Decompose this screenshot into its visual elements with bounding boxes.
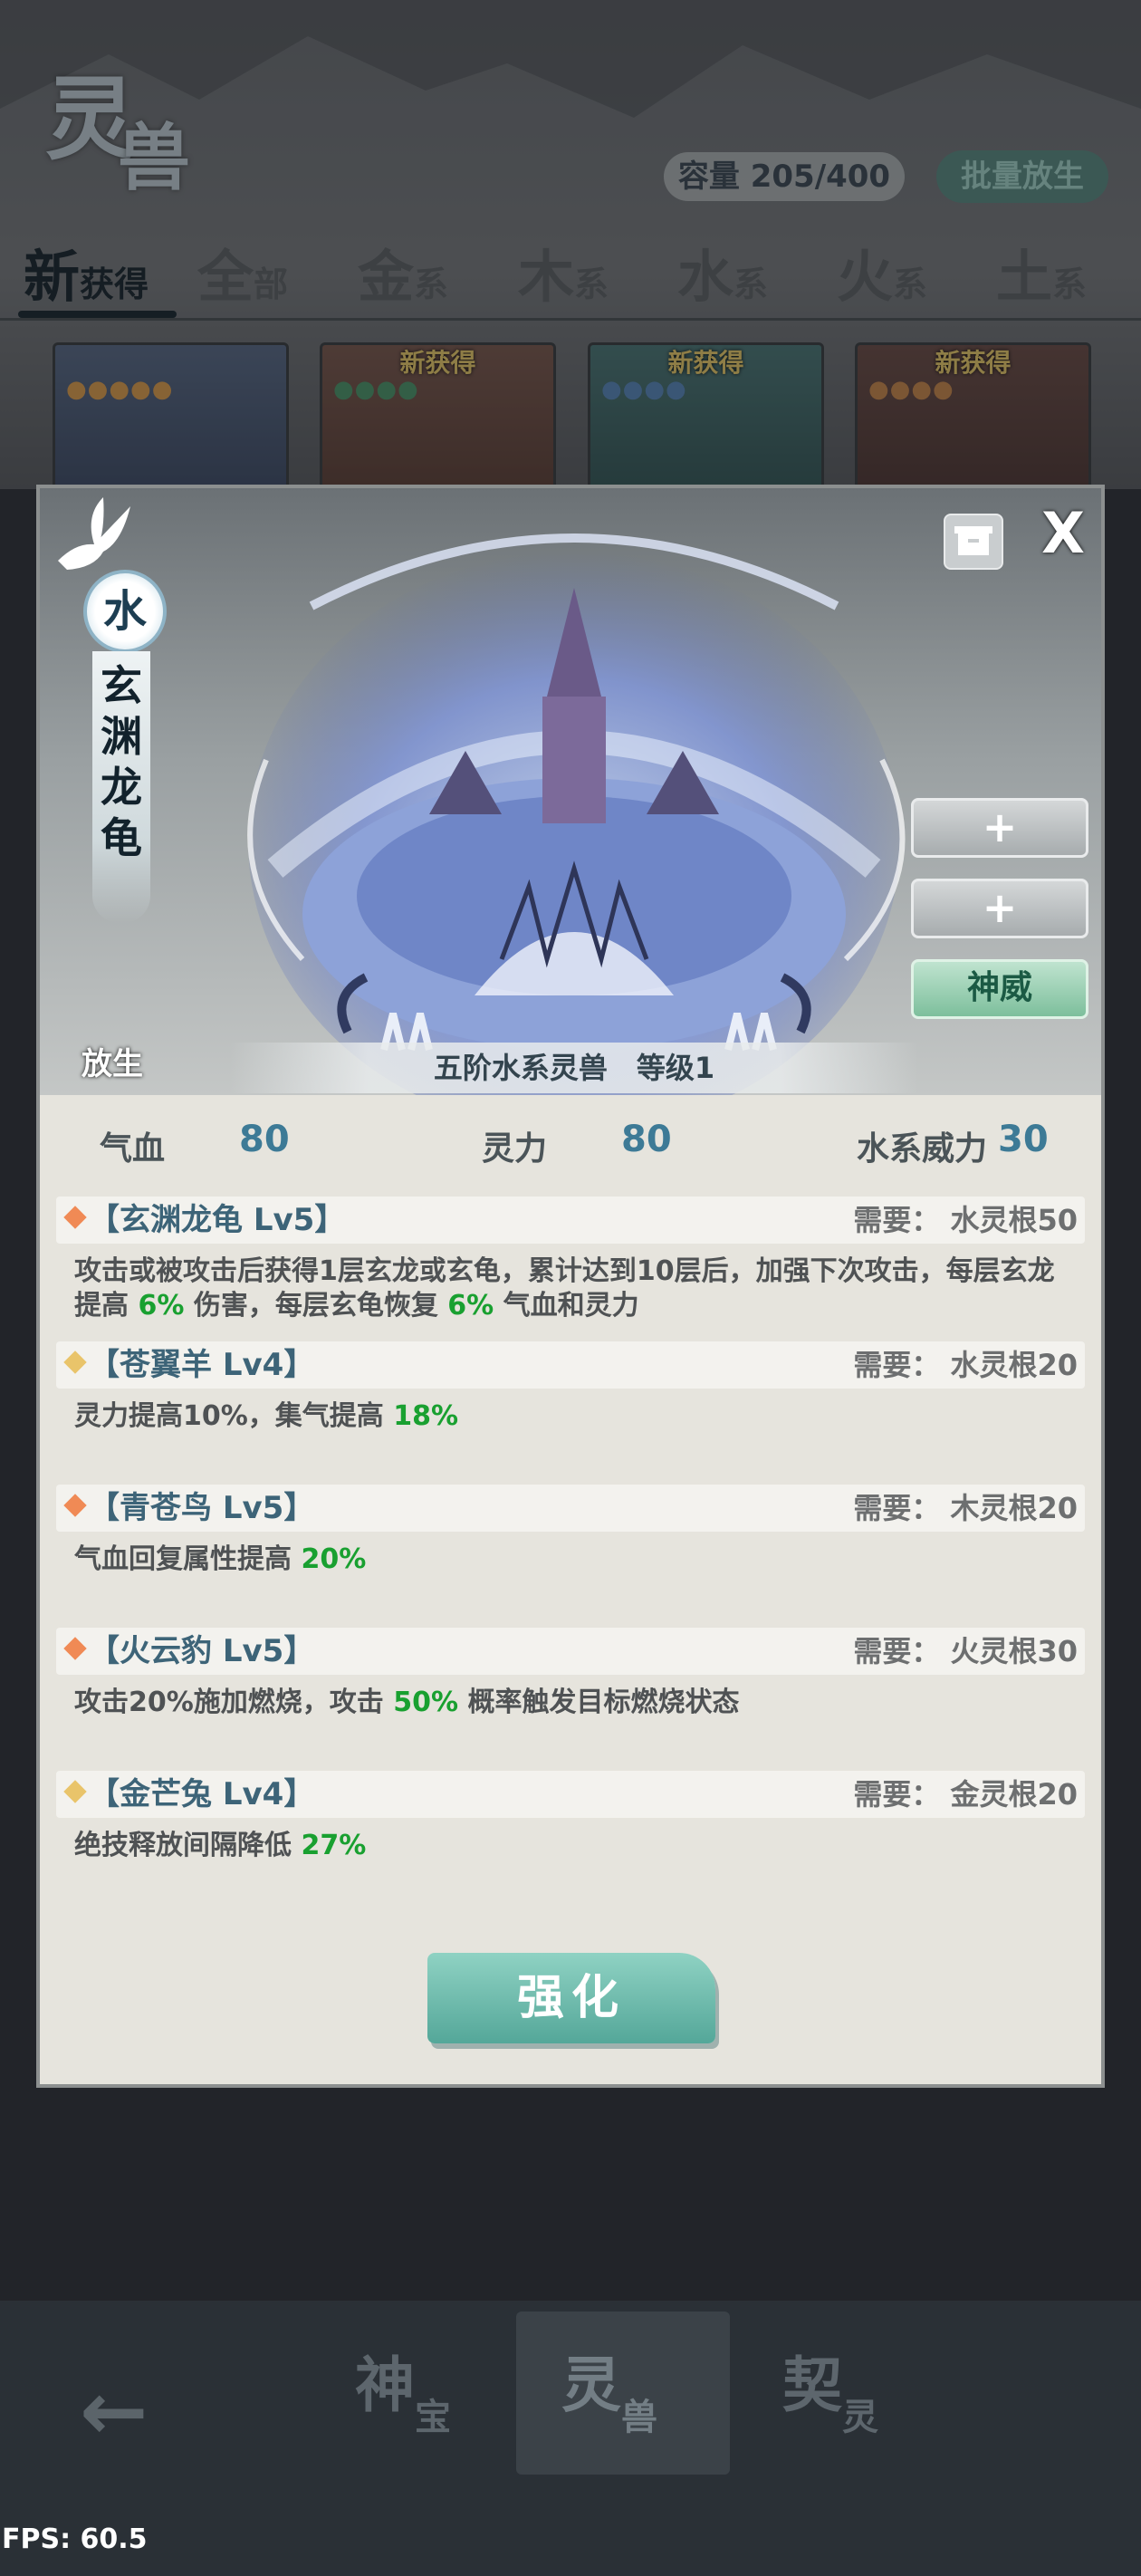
highlight-value: 18% — [393, 1400, 459, 1432]
stat-water-power-label: 水系威力 — [857, 1130, 988, 1168]
diamond-icon — [63, 1494, 87, 1517]
skill-name: 【苍翼羊 Lv4】 — [89, 1347, 315, 1383]
release-label[interactable]: 放生 — [67, 1039, 158, 1083]
highlight-value: 50% — [393, 1687, 459, 1718]
element-water-badge: 水 — [83, 570, 167, 653]
description-text: 伤害，每层玄龟恢复 — [184, 1290, 448, 1322]
description-text: 灵力提高10%，集气提高 — [74, 1400, 394, 1432]
stats-row: 气血 80 灵力 80 水系威力 30 — [40, 1113, 1101, 1177]
skill-description: 攻击20%施加燃烧，攻击 50% 概率触发目标燃烧状态 — [74, 1686, 1079, 1720]
beast-name: 玄渊龙龟 — [101, 661, 142, 862]
diamond-icon — [63, 1637, 87, 1660]
skill-item: 【火云豹 Lv5】 需要： 火灵根30 攻击20%施加燃烧，攻击 50% 概率触… — [56, 1628, 1085, 1764]
rank-level-label: 五阶水系灵兽 等级1 — [230, 1043, 918, 1093]
nav-item-spirit-beast[interactable]: 灵兽 — [561, 2337, 657, 2438]
bottom-navigation: ← 神宝 灵兽 契灵 — [0, 2301, 1141, 2576]
release-bird-icon[interactable] — [40, 488, 139, 579]
beast-detail-dialog: 水 玄渊龙龟 放生 X + + 神威 五阶水系灵兽 等级1 气血 80 灵力 8… — [36, 485, 1105, 2088]
skill-requirement: 需要： 木灵根20 — [853, 1491, 1078, 1525]
skill-description: 气血回复属性提高 20% — [74, 1543, 1079, 1577]
add-slot-button[interactable]: + — [911, 879, 1088, 938]
highlight-value: 6% — [447, 1290, 494, 1322]
divine-might-button[interactable]: 神威 — [911, 959, 1088, 1019]
diamond-icon — [63, 1350, 87, 1374]
skill-name: 【火云豹 Lv5】 — [89, 1633, 315, 1669]
skill-header: 【青苍鸟 Lv5】 需要： 木灵根20 — [56, 1485, 1085, 1532]
description-text: 气血和灵力 — [494, 1290, 639, 1322]
stat-water-power-value: 30 — [998, 1119, 1049, 1160]
diamond-icon — [63, 1206, 87, 1229]
skill-header: 【玄渊龙龟 Lv5】 需要： 水灵根50 — [56, 1197, 1085, 1244]
skill-requirement: 需要： 金灵根20 — [853, 1777, 1078, 1812]
skill-header: 【苍翼羊 Lv4】 需要： 水灵根20 — [56, 1341, 1085, 1389]
nav-item-treasure[interactable]: 神宝 — [355, 2337, 451, 2438]
description-text: 概率触发目标燃烧状态 — [458, 1687, 740, 1718]
highlight-value: 6% — [138, 1290, 185, 1322]
beast-artwork: 水 玄渊龙龟 放生 X + + 神威 五阶水系灵兽 等级1 — [40, 488, 1101, 1095]
skill-header: 【火云豹 Lv5】 需要： 火灵根30 — [56, 1628, 1085, 1675]
back-arrow-icon[interactable]: ← — [80, 2364, 148, 2459]
skill-description: 灵力提高10%，集气提高 18% — [74, 1399, 1079, 1434]
stat-spirit-value: 80 — [621, 1119, 672, 1160]
nav-item-contract[interactable]: 契灵 — [782, 2337, 878, 2438]
skill-name: 【玄渊龙龟 Lv5】 — [89, 1202, 346, 1238]
close-icon[interactable]: X — [1036, 505, 1090, 562]
diamond-icon — [63, 1780, 87, 1803]
stat-hp-label: 气血 — [100, 1130, 166, 1168]
skill-item: 【玄渊龙龟 Lv5】 需要： 水灵根50 攻击或被攻击后获得1层玄龙或玄龟，累计… — [56, 1197, 1085, 1332]
skill-description: 攻击或被攻击后获得1层玄龙或玄龟，累计达到10层后，加强下次攻击，每层玄龙提高 … — [74, 1254, 1079, 1323]
skill-requirement: 需要： 火灵根30 — [853, 1634, 1078, 1668]
highlight-value: 27% — [301, 1830, 367, 1861]
description-text: 绝技释放间隔降低 — [74, 1830, 302, 1861]
strengthen-button[interactable]: 强化 — [427, 1953, 715, 2043]
skill-name: 【金芒兔 Lv4】 — [89, 1776, 315, 1812]
description-text: 气血回复属性提高 — [74, 1543, 302, 1575]
archive-box-icon[interactable] — [944, 514, 1003, 570]
skill-requirement: 需要： 水灵根50 — [853, 1203, 1078, 1237]
skill-header: 【金芒兔 Lv4】 需要： 金灵根20 — [56, 1771, 1085, 1818]
stat-spirit-label: 灵力 — [482, 1130, 548, 1168]
skill-item: 【青苍鸟 Lv5】 需要： 木灵根20 气血回复属性提高 20% — [56, 1485, 1085, 1620]
fps-counter: FPS: 60.5 — [2, 2523, 148, 2555]
skill-requirement: 需要： 水灵根20 — [853, 1348, 1078, 1382]
skill-item: 【苍翼羊 Lv4】 需要： 水灵根20 灵力提高10%，集气提高 18% — [56, 1341, 1085, 1477]
add-slot-button[interactable]: + — [911, 798, 1088, 858]
skill-item: 【金芒兔 Lv4】 需要： 金灵根20 绝技释放间隔降低 27% — [56, 1771, 1085, 1907]
skill-name: 【青苍鸟 Lv5】 — [89, 1490, 315, 1526]
description-text: 攻击20%施加燃烧，攻击 — [74, 1687, 394, 1718]
highlight-value: 20% — [301, 1543, 367, 1575]
stat-hp-value: 80 — [239, 1119, 290, 1160]
skill-description: 绝技释放间隔降低 27% — [74, 1829, 1079, 1863]
